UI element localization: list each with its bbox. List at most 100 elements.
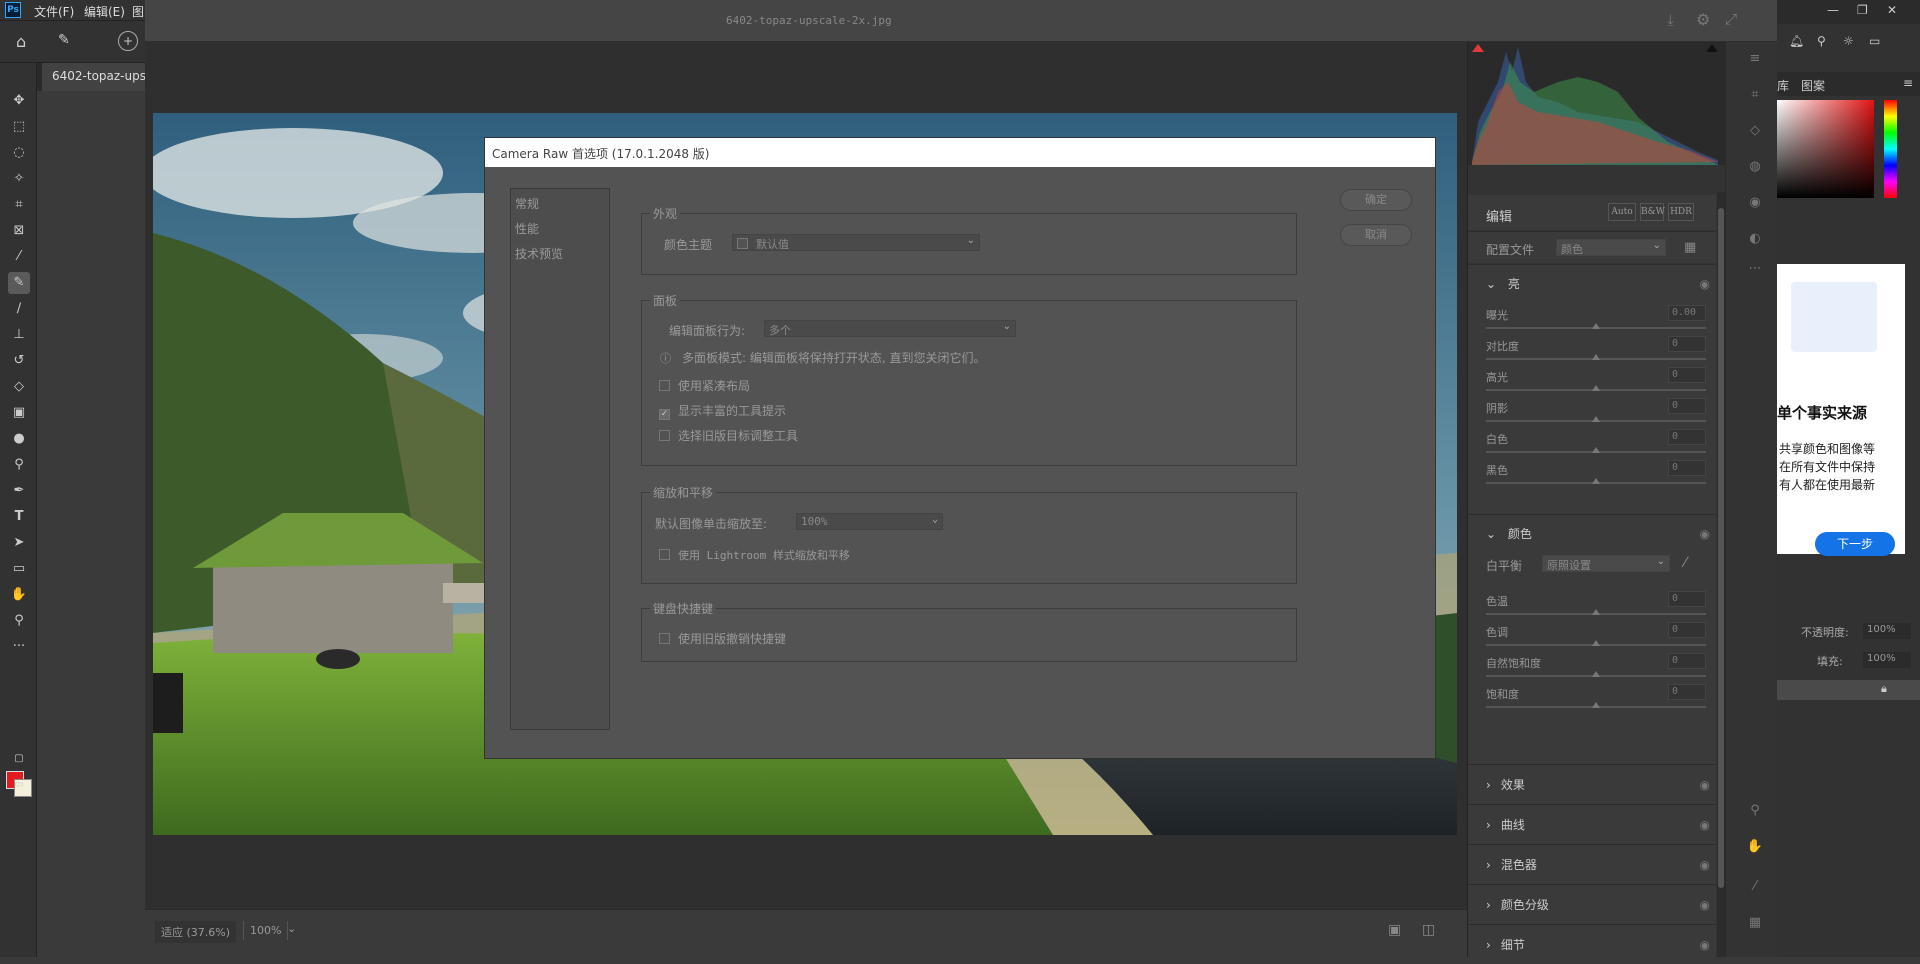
gradient-tool-icon[interactable]: ▣ (8, 402, 30, 424)
layer-row[interactable]: 🔒︎ (1777, 680, 1920, 700)
eraser-heal-icon[interactable]: ◇ (1746, 122, 1764, 140)
color-grading-section[interactable]: › 颜色分级 ◉ (1468, 884, 1716, 924)
zoom-icon[interactable]: ⚲ (1746, 802, 1764, 820)
scrollbar-thumb[interactable] (1718, 208, 1724, 888)
tab-patterns[interactable]: 图案 (1801, 77, 1825, 94)
light-section-header[interactable]: ⌄ 亮 ◉ (1486, 275, 1716, 295)
crop-icon[interactable]: ⌗ (1746, 86, 1764, 104)
bw-button[interactable]: B&W (1640, 203, 1665, 221)
hand-icon[interactable]: ✋ (1746, 838, 1764, 856)
compact-layout-checkbox[interactable]: 使用紧凑布局 (659, 377, 750, 394)
contrast-slider[interactable]: 对比度 0 (1486, 334, 1706, 364)
shadow-clip-warning-icon[interactable] (1472, 44, 1484, 52)
presets-icon[interactable]: ◐ (1746, 230, 1764, 248)
fullscreen-icon[interactable]: ⤢ (1725, 10, 1737, 28)
mask-icon[interactable]: ◍ (1746, 158, 1764, 176)
menu-image[interactable]: 图 (132, 3, 144, 20)
panel-scrollbar[interactable] (1717, 192, 1725, 957)
crop-tool-icon[interactable]: ⌗ (8, 194, 30, 216)
single-view-icon[interactable]: ▣ (1388, 922, 1401, 938)
path-selection-icon[interactable]: ➤ (8, 532, 30, 554)
minimize-icon[interactable]: — (1827, 3, 1839, 17)
theme-select[interactable]: 默认值 ⌄ (732, 234, 980, 251)
temperature-slider[interactable]: 色温 0 (1486, 589, 1706, 619)
notification-icon[interactable]: 🔔︎ (1789, 34, 1804, 48)
panel-menu-icon[interactable]: ≡ (1903, 76, 1913, 90)
type-tool-icon[interactable]: T (8, 506, 30, 528)
nav-tech-preview[interactable]: 技术预览 (515, 245, 563, 262)
rectangle-tool-icon[interactable]: ▭ (8, 558, 30, 580)
history-brush-icon[interactable]: ↺ (8, 350, 30, 372)
zoom-100-label[interactable]: 100% (243, 921, 289, 940)
healing-brush-icon[interactable]: ✎ (58, 32, 70, 48)
menu-file[interactable]: 文件(F) (34, 3, 74, 20)
mixer-section[interactable]: › 混色器 ◉ (1468, 844, 1716, 884)
save-icon[interactable]: ⤓ (1667, 11, 1674, 29)
eyedropper-icon[interactable]: ⁄ (8, 246, 30, 268)
magic-wand-icon[interactable]: ✧ (8, 168, 30, 190)
fill-field[interactable]: 100% (1863, 652, 1911, 668)
highlight-clip-warning-icon[interactable] (1706, 44, 1718, 52)
settings-gear-icon[interactable]: ⚙ (1696, 10, 1710, 29)
eye-icon[interactable]: ◉ (1700, 858, 1710, 872)
eye-icon[interactable]: ◉ (1700, 898, 1710, 912)
next-button[interactable]: 下一步 (1815, 532, 1895, 556)
stamp-tool-icon[interactable]: ⊥ (8, 324, 30, 346)
cancel-button[interactable]: 取消 (1340, 224, 1412, 246)
hand-tool-icon[interactable]: ✋ (8, 584, 30, 606)
dodge-tool-icon[interactable]: ⚲ (8, 454, 30, 476)
white-balance-select[interactable]: 原照设置 ⌄ (1542, 555, 1670, 572)
blur-tool-icon[interactable]: ● (8, 428, 30, 450)
eyedropper-icon[interactable]: ⁄ (1684, 555, 1686, 571)
lightbulb-icon[interactable]: ☼ (1843, 34, 1854, 48)
workspace-icon[interactable]: ▭ (1869, 34, 1880, 48)
eye-icon[interactable]: ◉ (1700, 277, 1710, 291)
grid-icon[interactable]: ▦ (1746, 914, 1764, 932)
compare-view-icon[interactable]: ◫ (1422, 922, 1435, 938)
restore-icon[interactable]: ❐ (1857, 3, 1868, 17)
profile-select[interactable]: 颜色 ⌄ (1556, 239, 1666, 256)
rich-tooltips-checkbox[interactable]: ✓ 显示丰富的工具提示 (659, 402, 786, 420)
curves-section[interactable]: › 曲线 ◉ (1468, 804, 1716, 844)
opacity-field[interactable]: 100% (1863, 623, 1911, 639)
menu-edit[interactable]: 编辑(E) (84, 3, 125, 20)
zoom-tool-icon[interactable]: ⚲ (8, 610, 30, 632)
lasso-tool-icon[interactable]: ◌ (8, 142, 30, 164)
eye-icon[interactable]: ◉ (1700, 938, 1710, 952)
saturation-slider[interactable]: 饱和度 0 (1486, 682, 1706, 712)
exposure-slider[interactable]: 曝光 0.00 (1486, 303, 1706, 333)
crosshair-icon[interactable]: + (118, 31, 138, 51)
eye-icon[interactable]: ◉ (1700, 778, 1710, 792)
eraser-icon[interactable]: ◇ (8, 376, 30, 398)
profile-browser-icon[interactable]: ▦ (1684, 240, 1696, 255)
highlights-slider[interactable]: 高光 0 (1486, 365, 1706, 395)
zoom-fit-label[interactable]: 适应 (37.6%) (155, 921, 237, 943)
effects-section[interactable]: › 效果 ◉ (1468, 764, 1716, 804)
more-tools-icon[interactable]: ··· (8, 636, 30, 658)
quick-mask-icon[interactable]: ▢ (8, 748, 30, 770)
shadows-slider[interactable]: 阴影 0 (1486, 396, 1706, 426)
color-section-header[interactable]: ⌄ 颜色 ◉ (1486, 525, 1716, 545)
legacy-undo-checkbox[interactable]: 使用旧版撤销快捷键 (659, 630, 786, 647)
tint-slider[interactable]: 色调 0 (1486, 620, 1706, 650)
color-picker-field[interactable] (1777, 100, 1874, 198)
nav-general[interactable]: 常规 (515, 195, 539, 212)
hue-slider[interactable] (1884, 100, 1897, 198)
close-window-icon[interactable]: ✕ (1887, 3, 1897, 17)
sampler-icon[interactable]: ⁄ (1746, 878, 1764, 896)
search-icon[interactable]: ⚲ (1817, 34, 1826, 48)
spot-healing-icon[interactable]: ✎ (8, 272, 30, 294)
legacy-targeted-tool-checkbox[interactable]: 选择旧版目标调整工具 (659, 427, 798, 444)
more-options-icon[interactable]: ⋯ (1746, 260, 1764, 278)
redeye-icon[interactable]: ◉ (1746, 194, 1764, 212)
brush-tool-icon[interactable]: ∕ (8, 298, 30, 320)
tab-library[interactable]: 库 (1777, 77, 1789, 94)
pen-tool-icon[interactable]: ✒ (8, 480, 30, 502)
default-zoom-select[interactable]: 100% ⌄ (796, 513, 943, 530)
lightroom-zoom-checkbox[interactable]: 使用 Lightroom 样式缩放和平移 (659, 547, 850, 563)
hdr-button[interactable]: HDR (1668, 203, 1694, 221)
panel-behavior-select[interactable]: 多个 ⌄ (764, 320, 1016, 337)
marquee-tool-icon[interactable]: ⬚ (8, 116, 30, 138)
eye-icon[interactable]: ◉ (1700, 818, 1710, 832)
zoom-dropdown-icon[interactable]: ⌄ (287, 922, 296, 935)
